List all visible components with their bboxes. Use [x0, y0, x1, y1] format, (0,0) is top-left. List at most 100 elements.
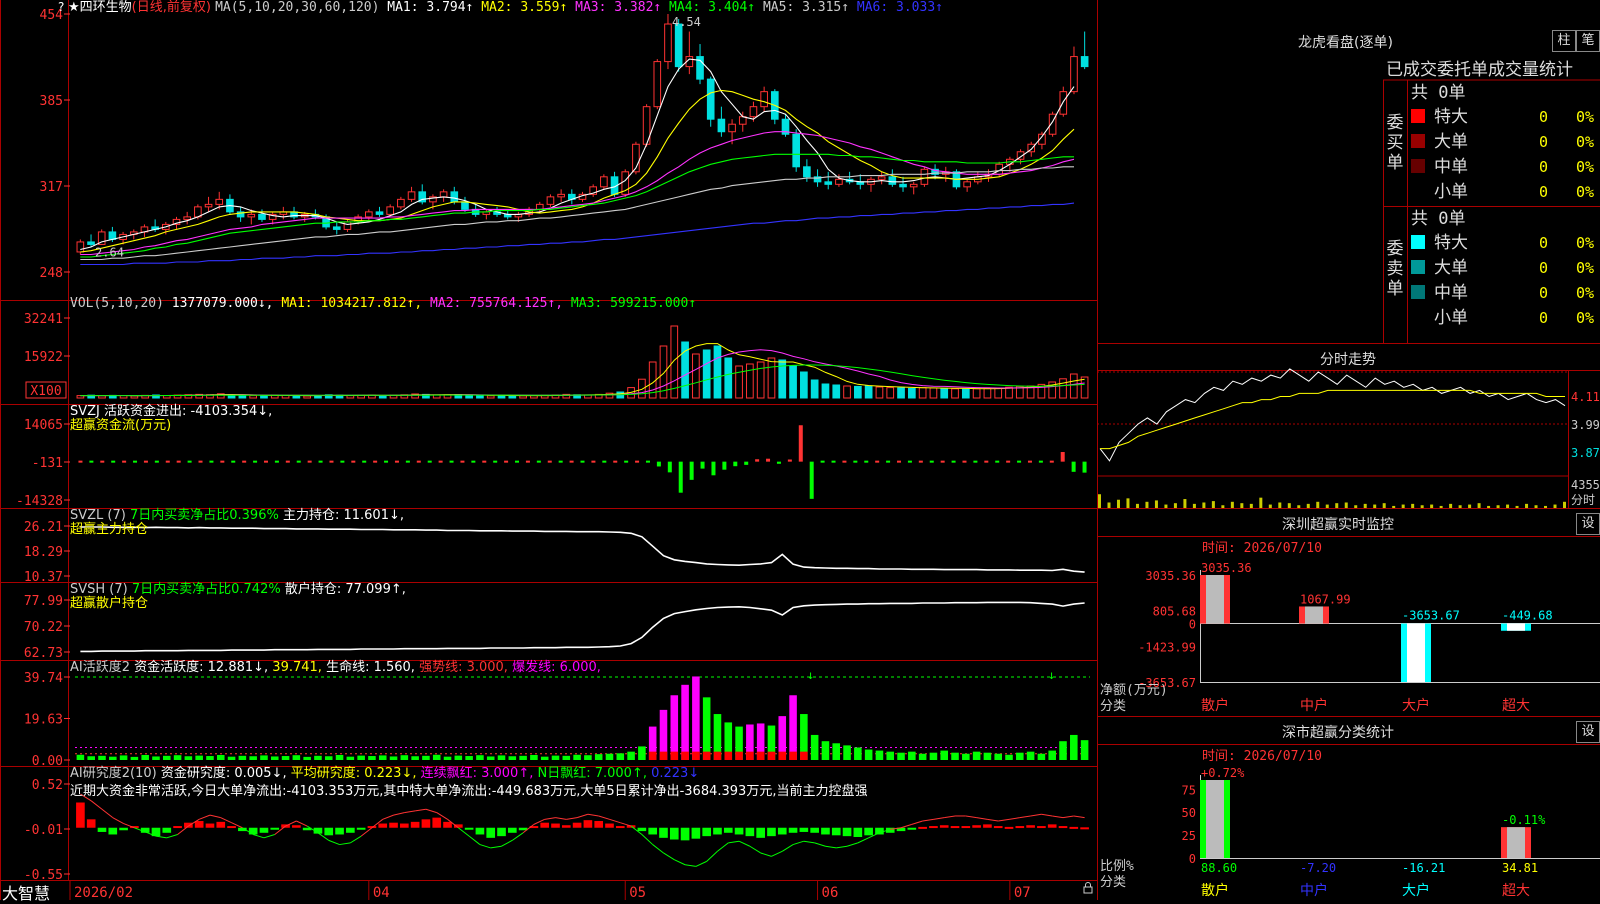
ai-research-bar[interactable] [702, 827, 711, 837]
candle-body[interactable] [835, 178, 843, 185]
ai-research-bar[interactable] [918, 826, 927, 829]
candle-body[interactable] [450, 191, 459, 203]
svzj-bar[interactable] [929, 460, 934, 463]
svzj-bar[interactable] [547, 460, 552, 463]
candle-body[interactable] [343, 221, 352, 230]
intraday-volume-bar[interactable] [1287, 503, 1291, 508]
period-label[interactable]: (日线,前复权) [132, 0, 211, 15]
candle-body[interactable] [792, 133, 800, 168]
ai-activity-bar[interactable] [292, 755, 301, 760]
svzj-bar[interactable] [635, 460, 640, 463]
ai-activity-bar[interactable] [810, 734, 819, 760]
intraday-volume-bar[interactable] [1107, 502, 1111, 508]
intraday-volume-bar[interactable] [1506, 504, 1510, 508]
ai-activity-chart[interactable]: 39.74 19.63 0.00 ↓ ↓ [24, 668, 1090, 769]
svzj-bar[interactable] [984, 460, 989, 463]
ai-research-bar[interactable] [346, 827, 355, 833]
ai-activity-bar[interactable] [454, 755, 463, 760]
ai-research-bar[interactable] [324, 827, 334, 836]
ai-activity-bar[interactable] [303, 756, 311, 760]
ai-activity-bar[interactable] [486, 756, 495, 760]
column-mode-button[interactable]: 柱 [1552, 30, 1576, 52]
intraday-title[interactable]: 分时走势 [1320, 349, 1376, 369]
intraday-volume-bar[interactable] [1154, 500, 1158, 508]
volume-bar[interactable] [756, 361, 765, 399]
candle-body[interactable] [386, 206, 394, 215]
intraday-volume-bar[interactable] [1553, 504, 1557, 508]
ai-research-bar[interactable] [723, 827, 733, 833]
ai-activity-bar[interactable] [1037, 753, 1046, 760]
volume-bar[interactable] [638, 378, 646, 399]
ai-activity-bar[interactable] [897, 752, 905, 760]
candle-body[interactable] [204, 203, 213, 208]
svzj-bar[interactable] [580, 460, 585, 463]
ai-research-bar[interactable] [205, 823, 215, 828]
ai-research-bar[interactable] [432, 817, 442, 828]
ai-research-bar[interactable] [993, 826, 1003, 829]
intraday-volume-bar[interactable] [1544, 505, 1548, 508]
svzj-bar[interactable] [907, 460, 912, 463]
ai-research-bar[interactable] [777, 827, 787, 835]
ai-activity-bar[interactable] [335, 754, 344, 760]
ai-activity-bar[interactable] [951, 752, 959, 760]
ai-activity-bar[interactable] [357, 755, 365, 760]
ai-activity-bar[interactable] [422, 755, 430, 760]
candle-body[interactable] [397, 198, 405, 208]
intraday-volume-bar[interactable] [1335, 503, 1339, 508]
ai-activity-bar[interactable] [324, 756, 333, 760]
intraday-volume-bar[interactable] [1183, 499, 1187, 508]
intraday-volume-bar[interactable] [1316, 501, 1320, 508]
svzj-bar[interactable] [897, 460, 902, 463]
volume-bar[interactable] [724, 357, 733, 399]
ai-research-bar[interactable] [572, 822, 582, 828]
volume-bar[interactable] [476, 395, 484, 399]
ai-activity-bar[interactable] [227, 756, 236, 760]
ai-activity-bar[interactable] [389, 756, 398, 760]
ai-research-bar[interactable] [929, 826, 938, 829]
volume-chart[interactable]: 32241 15922 X100 [24, 312, 1089, 399]
ai-activity-bar[interactable] [1059, 741, 1067, 760]
ai-activity-bar[interactable] [908, 751, 916, 760]
svzj-bar[interactable] [78, 460, 83, 463]
svzj-bar[interactable] [515, 460, 520, 463]
intraday-volume-bar[interactable] [1192, 503, 1196, 508]
ai-research-bar[interactable] [162, 827, 172, 833]
ai-research-bar[interactable] [1047, 824, 1057, 828]
ai-research-bar[interactable] [972, 825, 981, 828]
ai-research-bar[interactable] [1080, 827, 1089, 830]
row-mode-button[interactable]: 笔 [1576, 30, 1600, 52]
ai-activity-bar[interactable] [260, 755, 268, 760]
svzj-bar[interactable] [787, 459, 792, 462]
volume-bar[interactable] [961, 388, 970, 399]
svzj-bar[interactable] [820, 460, 825, 463]
intraday-volume-bar[interactable] [1221, 505, 1225, 508]
ai-activity-bar[interactable] [605, 753, 614, 760]
svzj-bar[interactable] [951, 460, 956, 463]
volume-bar[interactable] [249, 395, 258, 399]
svzj-bar[interactable] [449, 460, 454, 463]
svzj-bar[interactable] [776, 461, 781, 464]
ai-activity-bar[interactable] [994, 753, 1002, 760]
svzj-bar[interactable] [154, 460, 159, 463]
candle-body[interactable] [76, 241, 85, 253]
svzj-bar[interactable] [263, 460, 268, 463]
svzj-bar[interactable] [591, 460, 596, 463]
ai-research-bar[interactable] [184, 822, 193, 828]
candle-body[interactable] [546, 196, 555, 205]
svzj-bar[interactable] [209, 460, 214, 463]
intraday-volume-bar[interactable] [1430, 504, 1434, 508]
volume-bar[interactable] [983, 387, 992, 399]
ai-research-bar[interactable] [464, 827, 474, 830]
ai-research-bar[interactable] [119, 827, 128, 831]
ai-activity-bar[interactable] [638, 746, 646, 760]
ai-research-bar[interactable] [853, 827, 863, 837]
svzj-bar[interactable] [755, 459, 760, 462]
ai-research-bar[interactable] [194, 821, 204, 828]
candle-body[interactable] [1059, 91, 1068, 115]
candle-body[interactable] [1080, 56, 1089, 68]
svzj-bar[interactable] [176, 460, 181, 463]
ai-research-bar[interactable] [76, 802, 85, 828]
ai-activity-bar[interactable] [1080, 740, 1089, 760]
ai-activity-bar[interactable] [281, 756, 290, 760]
ai-activity-bar[interactable] [432, 754, 441, 760]
